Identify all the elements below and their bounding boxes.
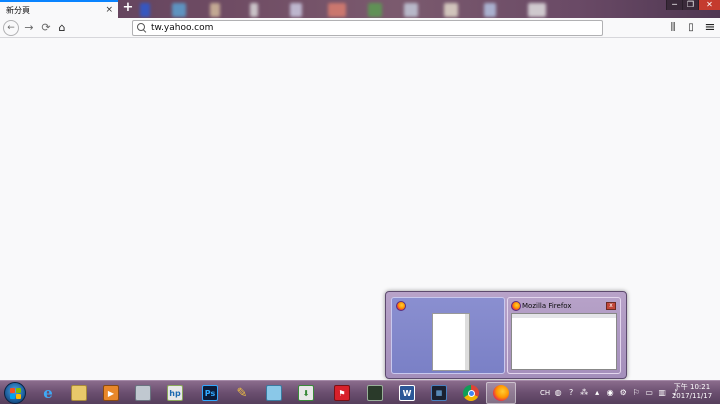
- navigation-toolbar: ← → ⟳ ⌂ ⫼ ▯ ≡: [0, 18, 720, 38]
- chevron-up-icon[interactable]: ▴: [592, 388, 602, 398]
- taskbar-clock[interactable]: 下午 10:21 2017/11/17: [668, 383, 716, 401]
- sidebar-button[interactable]: ▯: [684, 21, 698, 35]
- blurred-desktop-icon: [172, 3, 186, 17]
- wrench-icon[interactable]: ⚙: [618, 388, 628, 398]
- taskbar-network[interactable]: [128, 382, 158, 404]
- tab-close-icon[interactable]: ×: [105, 4, 113, 16]
- taskbar-paint[interactable]: ✎: [227, 382, 257, 404]
- tab-new-tab[interactable]: 新分頁 ×: [0, 0, 118, 18]
- window-controls: ─ ❐ ✕: [666, 0, 720, 10]
- blurred-desktop-icon: [404, 3, 418, 17]
- blurred-desktop-icon: [250, 3, 258, 17]
- blurred-desktop-icon: [368, 3, 382, 17]
- taskbar-pdf-reader[interactable]: ⚑: [327, 382, 357, 404]
- ime-icon[interactable]: ◍: [553, 388, 563, 398]
- new-tab-button[interactable]: +: [121, 1, 135, 15]
- folder-icon: [71, 385, 87, 401]
- computer-icon: [135, 385, 151, 401]
- url-bar[interactable]: [132, 20, 603, 36]
- internet-explorer-icon: e: [43, 384, 53, 402]
- taskbar-thumbnail-preview: Mozilla Firefox x: [385, 291, 627, 379]
- thumbnail-screen: [511, 313, 617, 370]
- blurred-desktop-icon: [140, 3, 150, 17]
- firefox-icon: [511, 301, 521, 311]
- blurred-desktop-icon: [328, 3, 346, 17]
- window-thumbnail-firefox[interactable]: Mozilla Firefox x: [507, 297, 621, 374]
- taskbar-internet-explorer[interactable]: e: [33, 382, 63, 404]
- thumbnail-close-button[interactable]: x: [606, 302, 616, 310]
- blurred-desktop-icon: [290, 3, 302, 17]
- forward-button[interactable]: →: [21, 20, 37, 36]
- tray-arrow-icon[interactable]: ⁂: [579, 388, 589, 398]
- taskbar-download-manager[interactable]: ⬇: [291, 382, 321, 404]
- taskbar-file-explorer[interactable]: [64, 382, 94, 404]
- windows-taskbar: e ▶ hp Ps ✎ ⬇ ⚑ W ▦ CH ◍ ? ⁂ ▴ ◉ ⚙ ⚐ ▭ ▥…: [0, 380, 720, 404]
- download-icon: ⬇: [298, 385, 314, 401]
- url-input[interactable]: [151, 23, 591, 33]
- paint-icon: ✎: [236, 385, 248, 401]
- taskbar-chrome[interactable]: [456, 382, 486, 404]
- help-icon[interactable]: ?: [566, 388, 576, 398]
- taskbar-hp-app[interactable]: hp: [160, 382, 190, 404]
- search-icon: [137, 23, 147, 33]
- media-player-icon: ▶: [103, 385, 119, 401]
- clock-time: 下午 10:21: [673, 383, 711, 391]
- taskbar-grid-app[interactable]: ▦: [424, 382, 454, 404]
- app-tray-icon[interactable]: ◉: [605, 388, 615, 398]
- flag-icon[interactable]: ⚐: [631, 388, 641, 398]
- taskbar-monitor[interactable]: [360, 382, 390, 404]
- taskbar-word[interactable]: W: [392, 382, 422, 404]
- minimize-button[interactable]: ─: [666, 0, 682, 10]
- tab-title: 新分頁: [6, 5, 30, 15]
- reload-button[interactable]: ⟳: [38, 20, 54, 36]
- menu-button[interactable]: ≡: [703, 21, 717, 35]
- language-indicator[interactable]: CH: [540, 389, 550, 397]
- photoshop-icon: Ps: [202, 385, 218, 401]
- network-icon[interactable]: ▥: [657, 388, 667, 398]
- back-button[interactable]: ←: [3, 20, 19, 36]
- taskbar-notes[interactable]: [259, 382, 289, 404]
- firefox-icon: [396, 301, 406, 311]
- thumbnail-mini-window: [432, 313, 470, 371]
- taskbar-photoshop[interactable]: Ps: [195, 382, 225, 404]
- hp-icon: hp: [167, 385, 183, 401]
- system-tray: CH ◍ ? ⁂ ▴ ◉ ⚙ ⚐ ▭ ▥ ♪: [540, 384, 680, 402]
- home-button[interactable]: ⌂: [54, 20, 70, 36]
- window-thumbnail-desktop[interactable]: [391, 297, 505, 374]
- word-icon: W: [399, 385, 415, 401]
- start-button[interactable]: [4, 382, 26, 404]
- blurred-desktop-icon: [444, 3, 458, 17]
- close-window-button[interactable]: ✕: [698, 0, 720, 10]
- tab-strip: 新分頁 × + ─ ❐ ✕: [0, 0, 720, 18]
- firefox-icon: [493, 385, 509, 401]
- library-button[interactable]: ⫼: [666, 21, 680, 35]
- blurred-desktop-icon: [210, 3, 220, 17]
- pdf-icon: ⚑: [334, 385, 350, 401]
- display-icon[interactable]: ▭: [644, 388, 654, 398]
- blurred-desktop-icon: [484, 3, 496, 17]
- monitor-icon: [367, 385, 383, 401]
- notes-icon: [266, 385, 282, 401]
- windows-logo-icon: [10, 388, 21, 399]
- blurred-desktop-icon: [528, 3, 546, 17]
- taskbar-firefox[interactable]: [486, 382, 516, 404]
- grid-app-icon: ▦: [431, 385, 447, 401]
- clock-date: 2017/11/17: [671, 392, 713, 400]
- taskbar-media-player[interactable]: ▶: [96, 382, 126, 404]
- chrome-icon: [463, 385, 479, 401]
- restore-button[interactable]: ❐: [682, 0, 698, 10]
- thumbnail-title: Mozilla Firefox: [522, 302, 572, 310]
